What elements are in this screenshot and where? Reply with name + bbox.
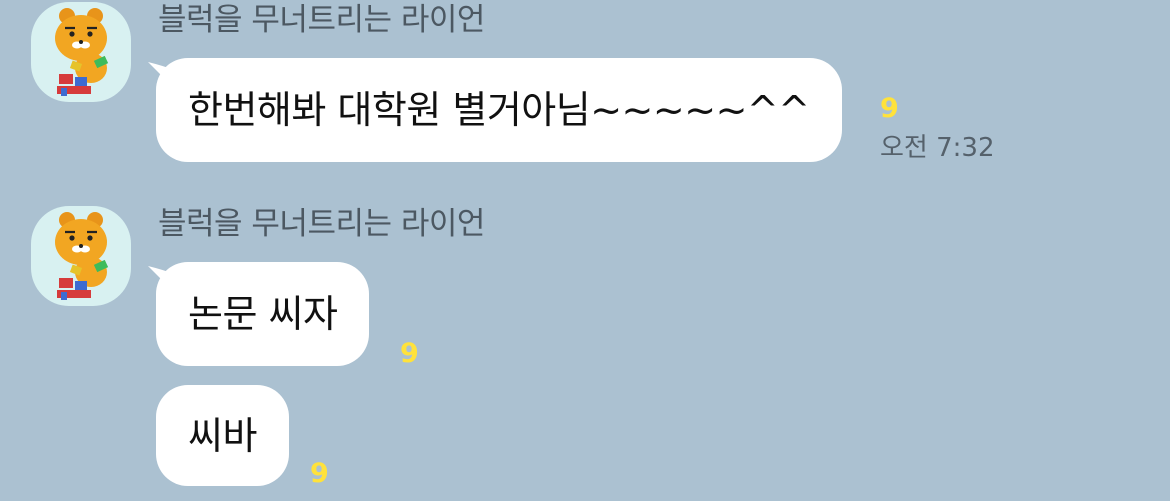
message-time: 오전 7:32 [880, 133, 995, 163]
sender-name: 블럭을 무너트리는 라이언 [158, 2, 485, 38]
message-bubble[interactable]: 한번해봐 대학원 별거아님~~~~~^^ [156, 58, 842, 162]
message-text: 논문 씨자 [188, 292, 338, 336]
unread-count: 9 [880, 93, 899, 124]
message-text: 씨바 [188, 413, 257, 458]
message-bubble[interactable]: 씨바 [156, 385, 289, 486]
sender-name: 블럭을 무너트리는 라이언 [158, 206, 485, 242]
message-text: 한번해봐 대학원 별거아님~~~~~^^ [188, 88, 810, 132]
unread-count: 9 [310, 458, 329, 489]
unread-count: 9 [400, 338, 419, 369]
ryan-lion-icon[interactable] [31, 206, 131, 306]
message-bubble[interactable]: 논문 씨자 [156, 262, 370, 366]
chat-room: 블럭을 무너트리는 라이언 한번해봐 대학원 별거아님~~~~~^^ 9 오전 … [0, 0, 1170, 501]
ryan-lion-icon[interactable] [31, 2, 131, 102]
